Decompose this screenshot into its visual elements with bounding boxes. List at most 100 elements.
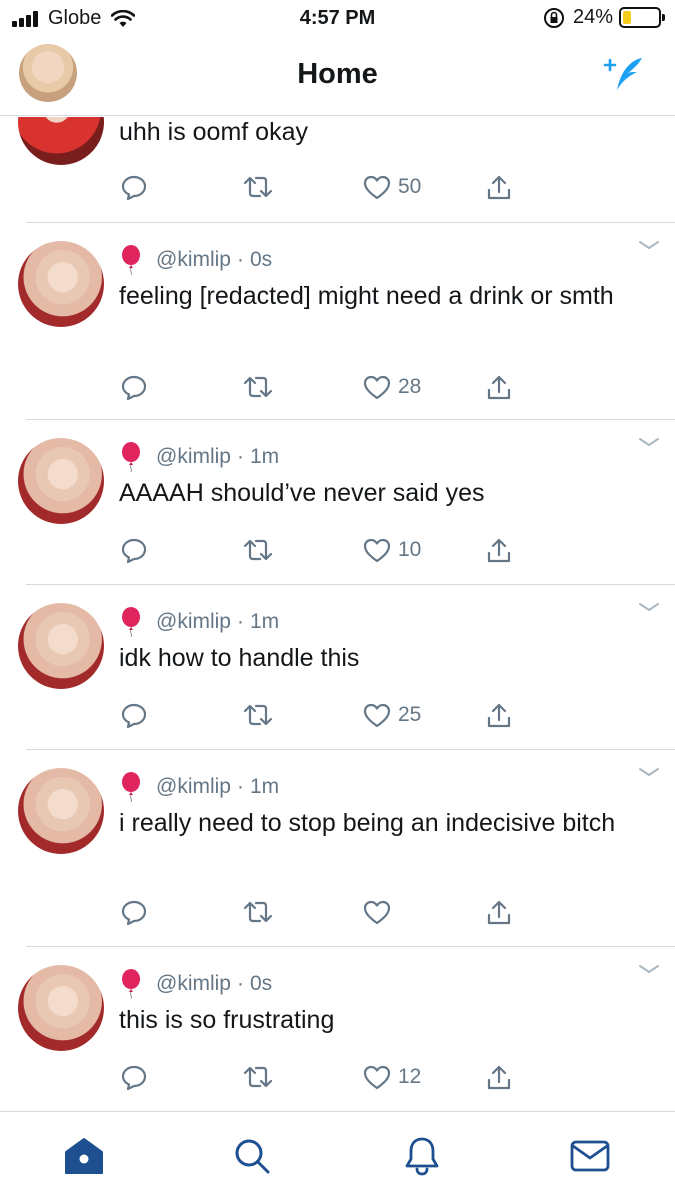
- tweet-text: uhh is oomf okay: [119, 118, 308, 146]
- retweet-button[interactable]: [242, 701, 274, 729]
- tweet-meta: @kimlip · 0s: [120, 245, 272, 275]
- reply-icon: [121, 375, 147, 401]
- like-count: 12: [398, 1065, 422, 1088]
- tweet-handle[interactable]: @kimlip: [156, 775, 231, 799]
- like-count: 25: [398, 703, 422, 726]
- tweet-avatar[interactable]: [18, 603, 104, 689]
- top-navigation: Home: [0, 38, 675, 116]
- share-icon: [487, 375, 511, 400]
- retweet-button[interactable]: [242, 536, 274, 564]
- tweet-avatar[interactable]: [18, 965, 104, 1051]
- retweet-icon: [243, 376, 273, 398]
- like-count: 10: [398, 538, 422, 561]
- share-button[interactable]: [484, 373, 514, 403]
- retweet-button[interactable]: [242, 173, 274, 201]
- balloon-icon: [122, 607, 140, 637]
- tweet-avatar[interactable]: [18, 241, 104, 327]
- share-button[interactable]: [484, 173, 514, 203]
- tweet-handle[interactable]: @kimlip: [156, 248, 231, 272]
- chevron-down-icon[interactable]: [637, 436, 661, 448]
- tab-notifications[interactable]: [400, 1134, 444, 1178]
- tab-search[interactable]: [230, 1134, 274, 1178]
- tweet-meta: @kimlip · 1m: [120, 772, 279, 802]
- tweet-avatar[interactable]: [18, 438, 104, 524]
- tweet-handle[interactable]: @kimlip: [156, 972, 231, 996]
- battery-icon: [619, 7, 665, 28]
- share-button[interactable]: [484, 1063, 514, 1093]
- like-button[interactable]: [362, 898, 398, 926]
- tab-messages[interactable]: [568, 1134, 612, 1178]
- bottom-tab-bar: [0, 1111, 675, 1200]
- tweet-avatar[interactable]: [18, 768, 104, 854]
- tweet-meta: @kimlip · 1m: [120, 442, 279, 472]
- tweet-meta: @kimlip · 1m: [120, 607, 279, 637]
- tweet-handle[interactable]: @kimlip: [156, 445, 231, 469]
- tweet-time: 1m: [250, 610, 280, 633]
- reply-button[interactable]: [120, 173, 148, 201]
- tweet-actions: 12: [120, 1063, 560, 1093]
- status-right: 24%: [543, 6, 665, 29]
- retweet-icon: [243, 539, 273, 561]
- heart-icon: [363, 175, 391, 200]
- compose-tweet-button[interactable]: [601, 50, 649, 98]
- tweet-actions: 28: [120, 373, 560, 403]
- share-button[interactable]: [484, 898, 514, 928]
- tweet[interactable]: uhh is oomf okay 50: [18, 117, 675, 223]
- page-title: Home: [297, 58, 378, 90]
- like-count: 28: [398, 375, 422, 398]
- tweet-time: 1m: [250, 445, 280, 468]
- orientation-lock-icon: [543, 7, 564, 28]
- tweet[interactable]: @kimlip · 0s feeling [redacted] might ne…: [18, 223, 675, 420]
- retweet-icon: [243, 901, 273, 923]
- reply-button[interactable]: [120, 701, 148, 729]
- tweet[interactable]: @kimlip · 1m AAAAH should’ve never said …: [18, 420, 675, 585]
- status-bar: Globe 4:57 PM 24%: [0, 0, 675, 38]
- share-button[interactable]: [484, 701, 514, 731]
- home-icon: [65, 1138, 103, 1174]
- share-icon: [487, 538, 511, 563]
- heart-icon: [363, 703, 391, 728]
- reply-button[interactable]: [120, 536, 148, 564]
- heart-icon: [363, 538, 391, 563]
- share-icon: [487, 703, 511, 728]
- balloon-icon: [122, 245, 140, 275]
- like-button[interactable]: 10: [362, 536, 421, 564]
- battery-percent: 24%: [572, 6, 613, 28]
- reply-icon: [121, 900, 147, 926]
- chevron-down-icon[interactable]: [637, 601, 661, 613]
- share-icon: [487, 175, 511, 200]
- tweet-handle[interactable]: @kimlip: [156, 610, 231, 634]
- retweet-button[interactable]: [242, 373, 274, 401]
- reply-icon: [121, 703, 147, 729]
- chevron-down-icon[interactable]: [637, 239, 661, 251]
- reply-button[interactable]: [120, 898, 148, 926]
- retweet-icon: [243, 1066, 273, 1088]
- like-button[interactable]: 50: [362, 173, 421, 201]
- tweet-actions: 25: [120, 701, 560, 731]
- tweet[interactable]: @kimlip · 1m i really need to stop being…: [18, 750, 675, 947]
- chevron-down-icon[interactable]: [637, 766, 661, 778]
- retweet-button[interactable]: [242, 898, 274, 926]
- retweet-button[interactable]: [242, 1063, 274, 1091]
- reply-button[interactable]: [120, 1063, 148, 1091]
- chevron-down-icon[interactable]: [637, 963, 661, 975]
- balloon-icon: [122, 772, 140, 802]
- timeline-feed[interactable]: uhh is oomf okay 50 @kimlip · 0s feeling…: [0, 117, 675, 1111]
- compose-icon: [603, 58, 642, 90]
- tweet-time: 1m: [250, 775, 280, 798]
- like-button[interactable]: 12: [362, 1063, 421, 1091]
- tweet-time: 0s: [250, 972, 273, 995]
- heart-icon: [363, 375, 391, 400]
- tweet-avatar[interactable]: [18, 117, 104, 165]
- tab-home[interactable]: [62, 1134, 106, 1178]
- balloon-icon: [122, 442, 140, 472]
- like-button[interactable]: 28: [362, 373, 421, 401]
- tweet[interactable]: @kimlip · 1m idk how to handle this 25: [18, 585, 675, 750]
- share-button[interactable]: [484, 536, 514, 566]
- reply-button[interactable]: [120, 373, 148, 401]
- retweet-icon: [243, 176, 273, 198]
- like-button[interactable]: 25: [362, 701, 421, 729]
- tweet-text: AAAAH should’ve never said yes: [119, 479, 485, 507]
- search-icon: [235, 1139, 270, 1174]
- tweet[interactable]: @kimlip · 0s this is so frustrating 12: [18, 947, 675, 1111]
